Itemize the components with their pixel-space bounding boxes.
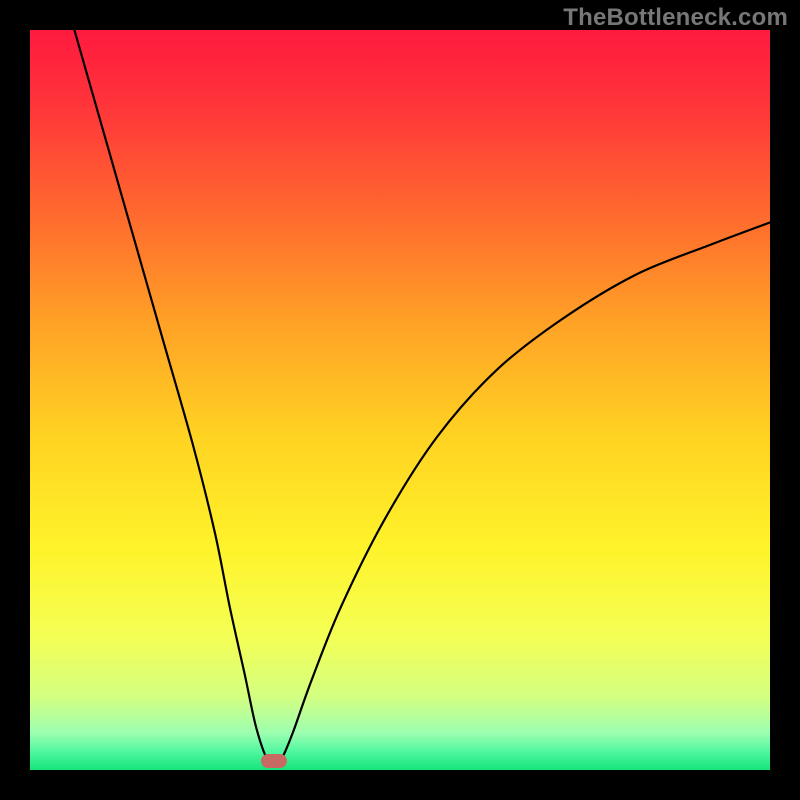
outer-frame: TheBottleneck.com bbox=[0, 0, 800, 800]
optimal-point-marker bbox=[261, 754, 287, 768]
plot-area bbox=[30, 30, 770, 770]
watermark-text: TheBottleneck.com bbox=[563, 4, 788, 32]
bottleneck-curve bbox=[30, 30, 770, 770]
